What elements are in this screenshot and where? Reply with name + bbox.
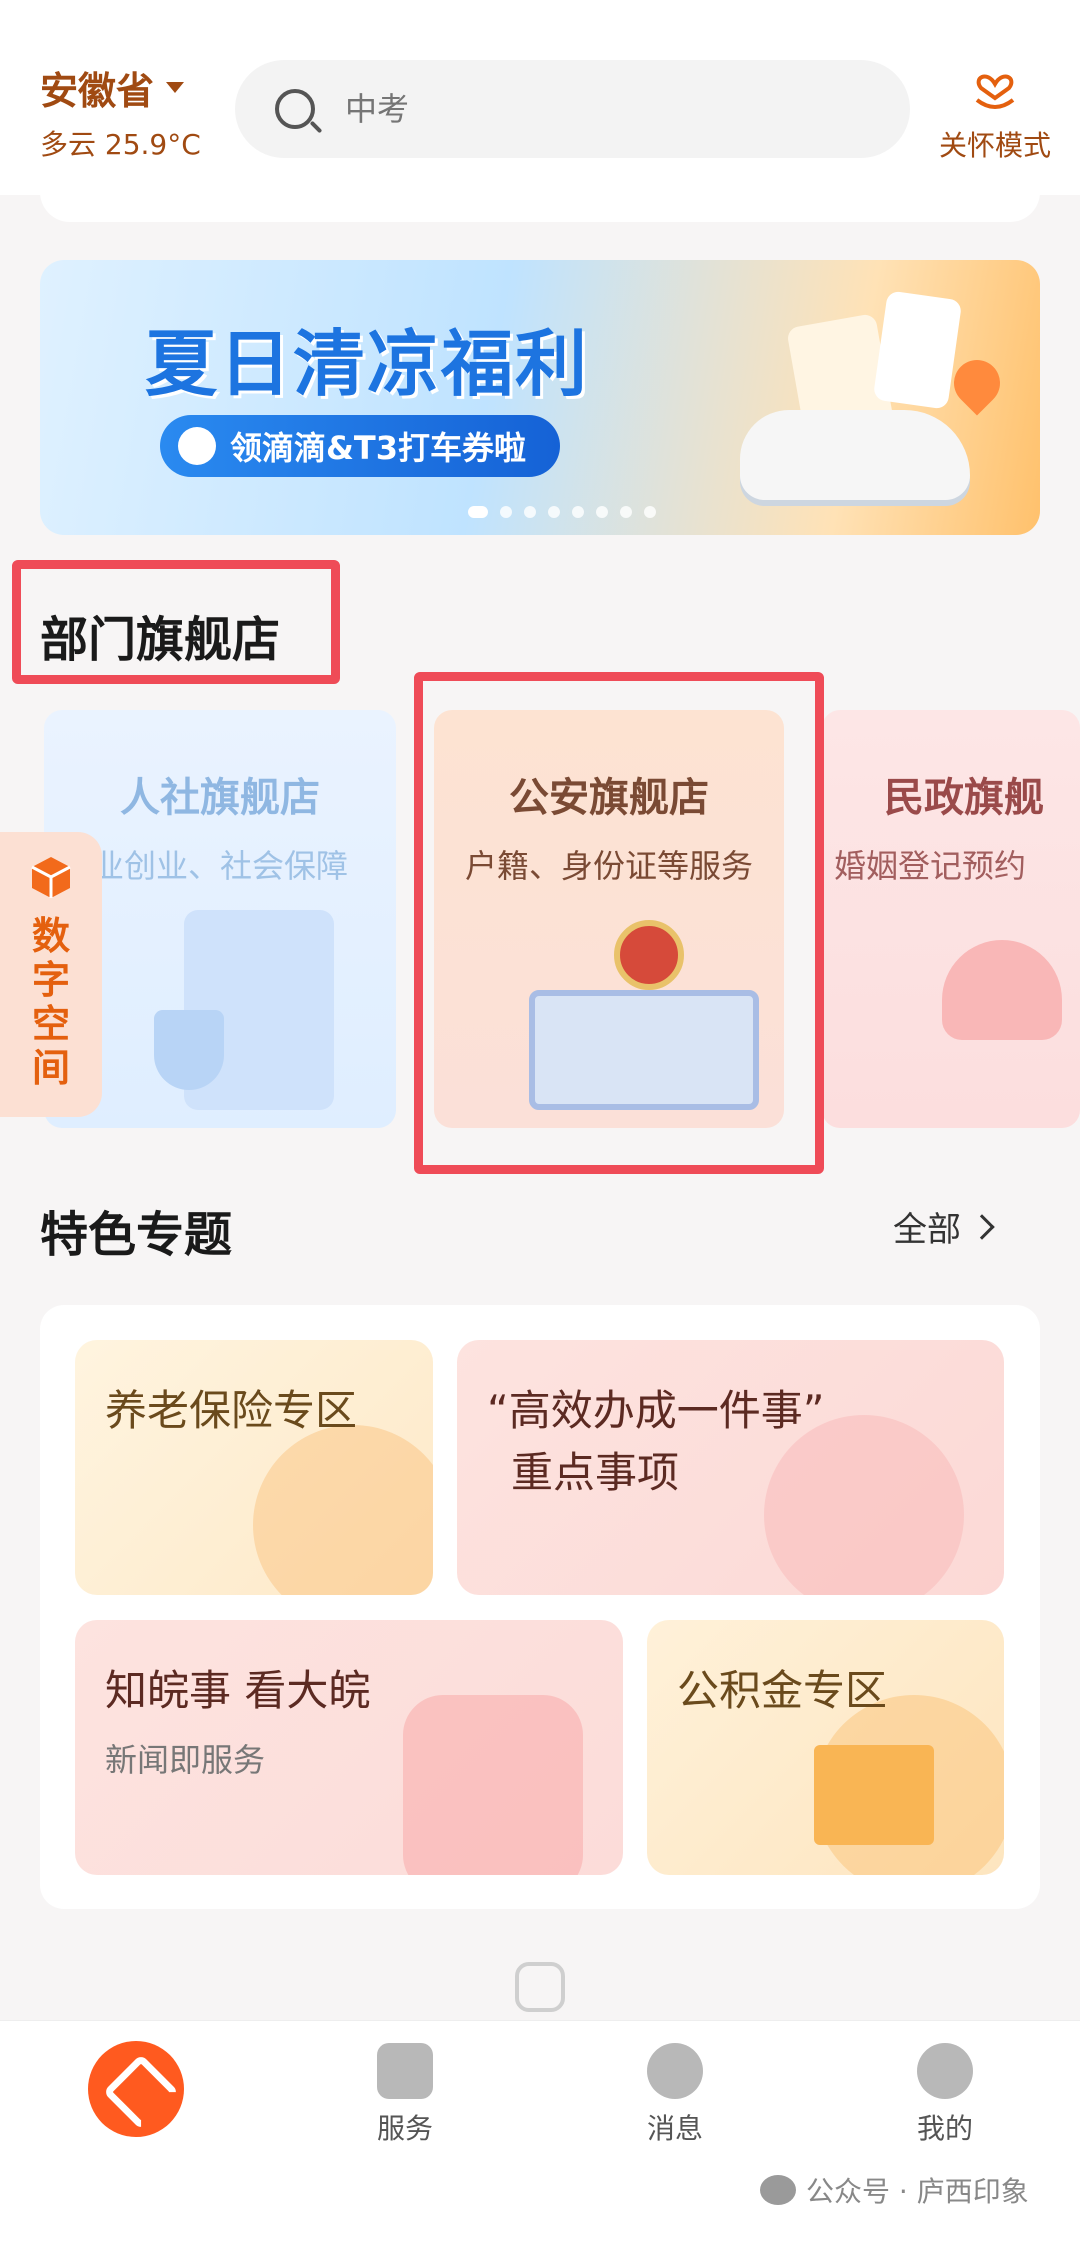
- pagination-dot: [524, 506, 536, 518]
- location-pin-icon: [944, 350, 1010, 416]
- home-logo-icon[interactable]: [88, 2041, 184, 2137]
- featured-section-title: 特色专题: [40, 1207, 233, 1263]
- pagination-dot: [620, 506, 632, 518]
- store-card-minzheng[interactable]: 民政旗舰 婚姻登记预约: [822, 710, 1080, 1128]
- province-label[interactable]: 安徽省: [40, 60, 154, 115]
- store-name: 人社旗舰店: [120, 775, 320, 821]
- digital-space-label: 数字空间: [31, 914, 70, 1090]
- store-desc: 婚姻登记预约: [834, 847, 1027, 885]
- profile-icon: [917, 2043, 973, 2099]
- store-highlight-box: [414, 672, 824, 1174]
- nav-label: 我的: [916, 2112, 973, 2145]
- elderly-illustration: [253, 1425, 433, 1595]
- featured-topics-panel: 养老保险专区 “高效办成一件事” 重点事项 知皖事 看大皖 新闻即服务 公积金专…: [40, 1305, 1040, 1909]
- wechat-icon: [760, 2175, 796, 2205]
- promo-banner[interactable]: 夏日清凉福利 领滴滴&T3打车券啦: [40, 260, 1040, 535]
- pagination-dot: [644, 506, 656, 518]
- topic-dawan-news[interactable]: 知皖事 看大皖 新闻即服务: [75, 1620, 623, 1875]
- caret-down-icon[interactable]: [166, 82, 185, 93]
- header-card-bottom: [40, 160, 1040, 222]
- banner-pagination: [468, 506, 656, 518]
- watermark: 公众号 · 庐西印象: [760, 2170, 1029, 2210]
- pagination-dot: [596, 506, 608, 518]
- watermark-text: 公众号 · 庐西印象: [806, 2175, 1029, 2208]
- care-heart-icon: [975, 74, 1015, 109]
- house-yuan-icon: [814, 1745, 934, 1845]
- view-all-label[interactable]: 全部: [893, 1202, 961, 1251]
- footer-logo-icon: [515, 1962, 565, 2012]
- car-illustration: [740, 410, 970, 500]
- banner-title: 夏日清凉福利: [145, 322, 590, 406]
- topic-title: 公积金专区: [677, 1666, 888, 1715]
- store-name: 民政旗舰: [884, 775, 1044, 821]
- nav-label: 服务: [376, 2112, 433, 2145]
- title-highlight-box: [12, 560, 340, 684]
- nav-item-services[interactable]: 服务: [305, 2043, 505, 2147]
- phone-hand-illustration: [403, 1695, 583, 1875]
- topic-title: “高效办成一件事” 重点事项: [487, 1380, 825, 1504]
- topic-subtitle: 新闻即服务: [105, 1741, 266, 1779]
- topic-title-line2: 重点事项: [511, 1448, 680, 1497]
- location-selector[interactable]: 安徽省 多云 25.9°C: [40, 60, 201, 163]
- care-mode-label: 关怀模式: [938, 129, 1051, 162]
- banner-subtitle: 领滴滴&T3打车券啦: [160, 415, 561, 477]
- topic-housing-fund[interactable]: 公积金专区: [647, 1620, 1004, 1875]
- topic-title-line1: “高效办成一件事”: [487, 1386, 825, 1435]
- search-bar[interactable]: [235, 60, 910, 158]
- view-all-link[interactable]: 全部: [893, 1202, 995, 1251]
- chevron-right-icon[interactable]: [969, 1213, 995, 1240]
- pagination-dot: [468, 506, 488, 518]
- topic-title: 养老保险专区: [105, 1386, 358, 1435]
- t3-card-illustration: [872, 290, 963, 410]
- hearts-illustration: [942, 940, 1062, 1040]
- pagination-dot: [500, 506, 512, 518]
- topic-title: 知皖事 看大皖: [105, 1666, 371, 1715]
- pagination-dot: [548, 506, 560, 518]
- pagination-dot: [572, 506, 584, 518]
- cube-icon: [31, 857, 71, 898]
- nav-item-messages[interactable]: 消息: [575, 2043, 775, 2147]
- nav-item-profile[interactable]: 我的: [845, 2043, 1045, 2147]
- digital-space-tab[interactable]: 数字空间: [0, 832, 102, 1117]
- topic-efficient-affairs[interactable]: “高效办成一件事” 重点事项: [457, 1340, 1004, 1595]
- shield-icon: [154, 1010, 224, 1090]
- message-icon: [647, 2043, 703, 2099]
- topic-pension[interactable]: 养老保险专区: [75, 1340, 433, 1595]
- weather-label: 多云 25.9°C: [40, 128, 201, 161]
- care-mode-button[interactable]: 关怀模式: [930, 60, 1060, 164]
- search-input[interactable]: [345, 90, 845, 128]
- search-icon: [275, 89, 315, 129]
- nav-label: 消息: [646, 2112, 703, 2145]
- services-icon: [377, 2043, 433, 2099]
